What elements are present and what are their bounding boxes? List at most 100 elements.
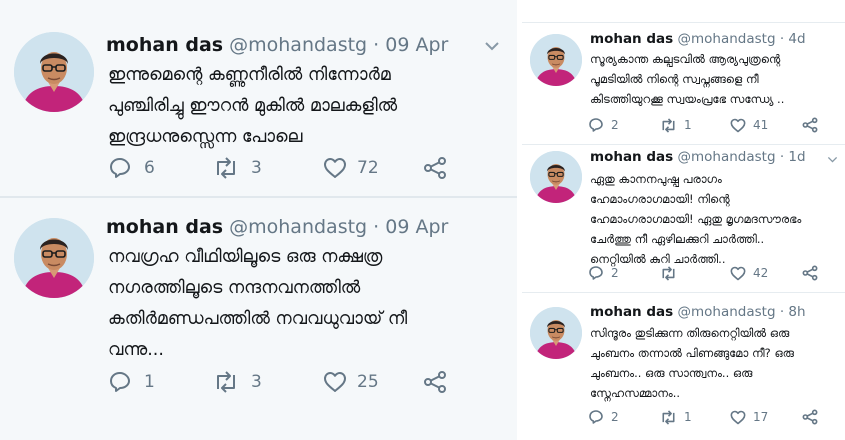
retweet-button[interactable]: 1 (660, 117, 730, 133)
like-count: 72 (357, 158, 379, 178)
tweet-actions: 2 1 41 (588, 117, 818, 133)
tweet-card[interactable]: mohan das @mohandastg · 1d ഏതു കാനനപുഷ്പ… (522, 144, 845, 292)
reply-button[interactable]: 1 (108, 370, 213, 394)
separator-dot: · (779, 31, 785, 47)
tweet-actions: 1 3 25 (108, 370, 447, 394)
tweet-text: സിന്ദൂരം തുടിക്കുന്ന തിരുനെറ്റിയിൽ ഒരു ച… (590, 323, 794, 403)
text-line: കതിർമണ്ഡപത്തിൽ നവവധുവായ് നീ (108, 309, 408, 329)
retweet-button[interactable]: 3 (213, 157, 323, 179)
tweet-actions: 2 1 17 (588, 409, 818, 425)
share-icon (802, 117, 818, 133)
author-name[interactable]: mohan das (590, 304, 673, 320)
author-handle[interactable]: @mohandastg (677, 31, 775, 47)
heart-icon (323, 371, 347, 393)
text-line: ഏതു കാനനപുഷ്പ പരാഗം (590, 172, 722, 186)
share-icon (802, 409, 818, 425)
separator-dot: · (373, 34, 380, 56)
text-line: പുഞ്ചിരിച്ചു ഈറൻ മുകിൽ മാലകളിൽ (108, 96, 398, 116)
tweet-card[interactable]: mohan das @mohandastg · 4d സൂര്യകാന്ത കല… (522, 22, 845, 144)
retweet-button[interactable]: 1 (660, 409, 730, 425)
like-button[interactable]: 17 (730, 410, 802, 425)
reply-icon (588, 117, 604, 133)
text-line: ചുംബനം.. ഒരു സാന്ത്വനം.. ഒരു (590, 366, 753, 380)
like-button[interactable]: 25 (323, 371, 423, 393)
text-line: പൂമടിയിൽ നിന്റെ സ്വപ്നങ്ങളെ നീ (590, 72, 759, 86)
tweet-text: സൂര്യകാന്ത കല്പടവിൽ ആര്യപുത്രന്റെ പൂമടിയ… (590, 49, 784, 109)
retweet-icon (213, 157, 239, 179)
like-count: 42 (753, 266, 769, 280)
share-button[interactable] (423, 370, 447, 394)
heart-icon (730, 118, 746, 133)
heart-icon (323, 157, 347, 179)
reply-button[interactable]: 2 (588, 117, 660, 133)
share-icon (423, 370, 447, 394)
text-line: നഗരത്തിലൂടെ നന്ദനവനത്തിൽ (108, 278, 361, 298)
text-line: നവഗ്രഹ വീഥിയിലൂടെ ഒരു നക്ഷത്ര (108, 247, 383, 267)
retweet-button[interactable]: 3 (213, 371, 323, 393)
author-name[interactable]: mohan das (590, 31, 673, 47)
author-name[interactable]: mohan das (106, 34, 223, 56)
tweet-time[interactable]: 1d (788, 149, 805, 165)
chevron-down-icon[interactable] (484, 36, 500, 55)
tweet-time[interactable]: 09 Apr (385, 216, 448, 238)
chevron-down-icon[interactable] (827, 153, 838, 166)
reply-button[interactable]: 2 (588, 265, 660, 281)
text-line: ഇന്നുമെന്റെ കണ്ണുനീരിൽ നിന്നോർമ (108, 65, 391, 85)
tweet-text: നവഗ്രഹ വീഥിയിലൂടെ ഒരു നക്ഷത്ര നഗരത്തിലൂട… (108, 242, 407, 366)
reply-button[interactable]: 6 (108, 156, 213, 180)
text-line: ഹേമാംഗരാഗമായി! നിന്റെ (590, 192, 730, 206)
share-button[interactable] (802, 117, 818, 133)
tweet-card[interactable]: mohan das @mohandastg · 09 Apr നവഗ്രഹ വീ… (0, 196, 517, 440)
author-name[interactable]: mohan das (590, 149, 673, 165)
like-count: 17 (753, 410, 769, 424)
retweet-button[interactable] (660, 265, 730, 281)
like-button[interactable]: 41 (730, 118, 802, 133)
text-line: ഇന്ദ്രധനുസ്സെന്ന പോലെ (108, 127, 303, 147)
author-name[interactable]: mohan das (106, 216, 223, 238)
retweet-icon (660, 117, 677, 133)
share-icon (802, 265, 818, 281)
avatar[interactable] (530, 34, 582, 86)
tweet-text: ഏതു കാനനപുഷ്പ പരാഗം ഹേമാംഗരാഗമായി! നിന്റ… (590, 169, 801, 269)
author-handle[interactable]: @mohandastg (229, 34, 367, 56)
tweet-text: ഇന്നുമെന്റെ കണ്ണുനീരിൽ നിന്നോർമ പുഞ്ചിരി… (108, 60, 397, 153)
text-line: വന്നു... (108, 340, 164, 360)
tweet-actions: 6 3 72 (108, 156, 447, 180)
text-line: കിടത്തിയുറക്കൂ സ്വയംപ്രഭേ സന്ധ്യേ .. (590, 92, 785, 106)
author-handle[interactable]: @mohandastg (229, 216, 367, 238)
reply-count: 1 (144, 372, 155, 392)
reply-button[interactable]: 2 (588, 409, 660, 425)
share-button[interactable] (802, 409, 818, 425)
like-button[interactable]: 42 (730, 266, 802, 281)
heart-icon (730, 266, 746, 281)
reply-count: 2 (611, 118, 619, 132)
author-handle[interactable]: @mohandastg (677, 304, 775, 320)
right-tweet-panel: mohan das @mohandastg · 4d സൂര്യകാന്ത കല… (522, 0, 845, 440)
like-button[interactable]: 72 (323, 157, 423, 179)
text-line: ഹേമാംഗരാഗമായി! ഏതു മൃഗമദസൗരഭം (590, 212, 802, 226)
share-button[interactable] (802, 265, 818, 281)
avatar[interactable] (530, 307, 582, 359)
tweet-time[interactable]: 8h (788, 304, 805, 320)
author-handle[interactable]: @mohandastg (677, 149, 775, 165)
retweet-icon (660, 265, 677, 281)
like-count: 25 (357, 372, 379, 392)
share-button[interactable] (423, 156, 447, 180)
tweet-card[interactable]: mohan das @mohandastg · 8h സിന്ദൂരം തുടി… (522, 292, 845, 440)
tweet-time[interactable]: 09 Apr (385, 34, 448, 56)
tweet-card[interactable]: mohan das @mohandastg · 09 Apr ഇന്നുമെന്… (0, 0, 517, 196)
separator-dot: · (779, 304, 785, 320)
tweet-header: mohan das @mohandastg · 09 Apr (106, 34, 448, 56)
tweet-time[interactable]: 4d (788, 31, 805, 47)
avatar[interactable] (14, 32, 94, 112)
reply-count: 2 (611, 266, 619, 280)
heart-icon (730, 410, 746, 425)
avatar[interactable] (14, 218, 94, 298)
reply-icon (588, 409, 604, 425)
reply-icon (108, 370, 132, 394)
retweet-icon (660, 409, 677, 425)
tweet-header: mohan das @mohandastg · 4d (590, 31, 806, 47)
tweet-header: mohan das @mohandastg · 09 Apr (106, 216, 448, 238)
avatar[interactable] (530, 151, 582, 203)
tweet-header: mohan das @mohandastg · 8h (590, 304, 806, 320)
